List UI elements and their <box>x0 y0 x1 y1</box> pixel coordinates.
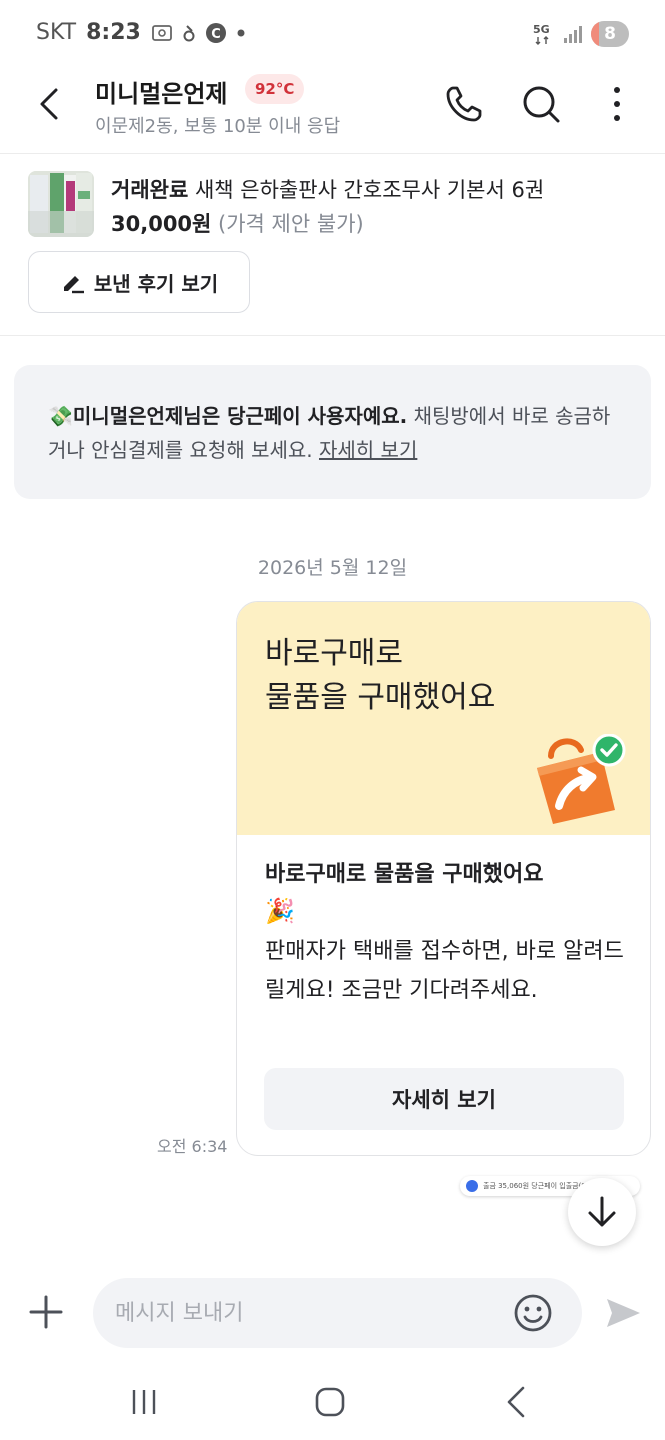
home-button[interactable] <box>310 1382 350 1422</box>
view-details-button[interactable]: 자세히 보기 <box>264 1068 624 1130</box>
message-input[interactable] <box>93 1278 582 1348</box>
network-5g-icon: 5G <box>533 22 555 46</box>
message-heading: 바로구매로 물품을 구매했어요 <box>265 862 544 887</box>
c-app-icon: C <box>205 22 227 44</box>
arrow-down-icon <box>588 1196 616 1227</box>
signal-icon <box>563 24 583 44</box>
status-bar-left: SKT 8:23 C <box>36 20 245 45</box>
date-divider: 2026년 5월 12일 <box>257 557 408 579</box>
screenshot-icon <box>151 23 173 43</box>
purchase-message-card[interactable]: 바로구매로 물품을 구매했어요 바로구매로 물품을 구매했어요 🎉 판매자가 택… <box>236 601 651 1156</box>
pay-notice: 💸미니멀은언제님은 당근페이 사용자예요. 채팅방에서 바로 송금하거나 안심결… <box>14 365 651 499</box>
battery-icon: 8 <box>591 21 629 47</box>
pay-app-icon <box>466 1180 478 1192</box>
notice-detail-link[interactable]: 자세히 보기 <box>319 438 417 462</box>
view-sent-review-label: 보낸 후기 보기 <box>93 271 219 296</box>
clock: 8:23 <box>86 20 141 45</box>
system-back-button[interactable] <box>497 1382 537 1422</box>
notice-bold-text: 미니멀은언제님은 당근페이 사용자예요. <box>72 404 408 428</box>
recent-apps-button[interactable] <box>124 1382 164 1422</box>
party-popper-icon: 🎉 <box>265 897 295 925</box>
message-input-bar <box>0 1274 665 1354</box>
message-time: 오전 6:34 <box>157 1137 228 1156</box>
money-icon: 💸 <box>48 404 73 428</box>
more-notifications-dot-icon <box>237 29 245 37</box>
emoji-button[interactable] <box>513 1293 553 1333</box>
phone-call-button[interactable] <box>442 82 486 126</box>
price-negotiation: (가격 제안 불가) <box>218 212 364 236</box>
status-bar-right: 5G 8 <box>533 21 629 47</box>
card-banner: 바로구매로 물품을 구매했어요 <box>237 602 650 835</box>
shopping-bag-icon <box>537 734 626 824</box>
more-options-button[interactable] <box>595 82 639 126</box>
banner-title: 바로구매로 물품을 구매했어요 <box>265 636 496 715</box>
partner-name[interactable]: 미니멀은언제 <box>95 74 227 109</box>
view-sent-review-button[interactable]: 보낸 후기 보기 <box>28 251 250 313</box>
product-price-line: 30,000원 (가격 제안 불가) <box>111 208 364 238</box>
product-title-line: 거래완료 새책 은하출판사 간호조무사 기본서 6권 <box>111 174 544 204</box>
send-button[interactable] <box>603 1293 643 1333</box>
deal-status: 거래완료 <box>111 178 189 202</box>
battery-level: 8 <box>604 24 616 44</box>
scroll-to-bottom-button[interactable] <box>568 1178 636 1246</box>
back-button[interactable] <box>32 84 72 124</box>
partner-location-response: 이문제2동, 보통 10분 이내 응답 <box>95 116 341 137</box>
product-thumbnail[interactable] <box>28 171 94 237</box>
manner-temperature-badge: 92°C <box>245 74 305 104</box>
svg-text:5G: 5G <box>533 23 550 36</box>
status-bar: SKT 8:23 C 5G 8 <box>0 0 665 68</box>
message-body: 판매자가 택배를 접수하면, 바로 알려드릴게요! 조금만 기다려주세요. <box>265 939 624 1003</box>
chat-header: 미니멀은언제 92°C 이문제2동, 보통 10분 이내 응답 <box>0 68 665 154</box>
notification-icon <box>183 23 195 43</box>
product-price: 30,000원 <box>111 212 212 236</box>
attach-plus-button[interactable] <box>26 1292 66 1332</box>
svg-text:C: C <box>211 27 221 42</box>
product-summary[interactable]: 거래완료 새책 은하출판사 간호조무사 기본서 6권 30,000원 (가격 제… <box>0 154 665 336</box>
product-title: 새책 은하출판사 간호조무사 기본서 6권 <box>194 178 545 202</box>
search-button[interactable] <box>519 82 563 126</box>
system-navigation-bar <box>0 1362 665 1440</box>
carrier-label: SKT <box>36 20 77 45</box>
pencil-icon <box>63 276 84 294</box>
